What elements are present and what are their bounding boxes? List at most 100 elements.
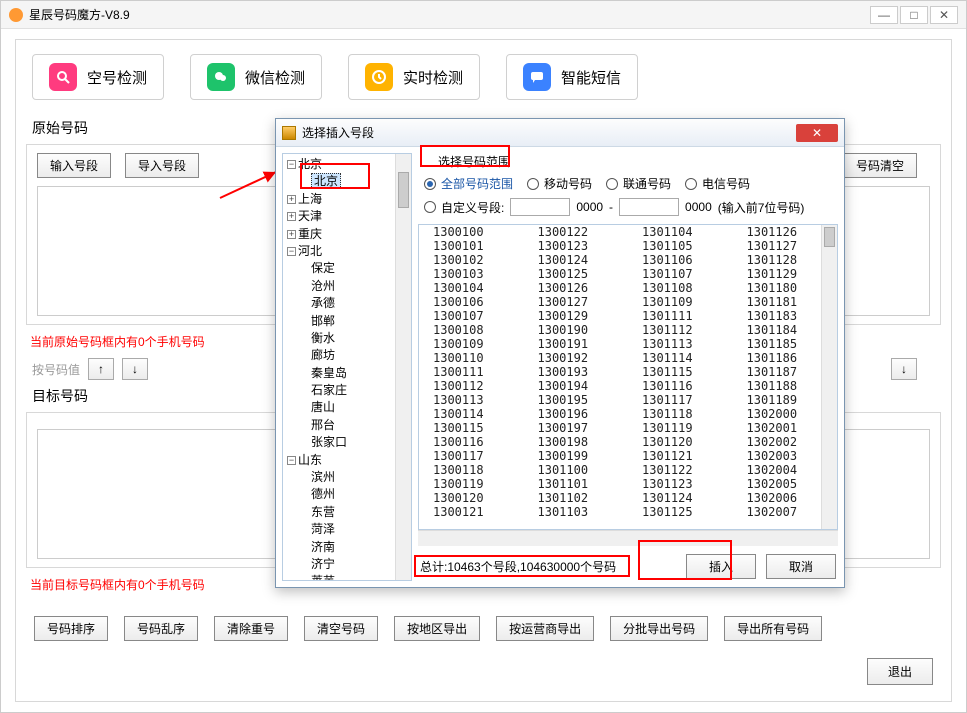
- tab-empty-detect[interactable]: 空号检测: [32, 54, 164, 100]
- summary-text: 总计:10463个号段,104630000个号码: [420, 558, 676, 575]
- export-region-button[interactable]: 按地区导出: [394, 616, 480, 641]
- tree-child-莱芜[interactable]: 莱芜: [311, 573, 407, 581]
- code-row[interactable]: 1300104130012613011081301180: [419, 281, 837, 295]
- tree-child-衡水[interactable]: 衡水: [311, 330, 407, 347]
- sort-button[interactable]: 号码排序: [34, 616, 108, 641]
- tree-child-滨州[interactable]: 滨州: [311, 469, 407, 486]
- minimize-button[interactable]: —: [870, 6, 898, 24]
- dialog-close-button[interactable]: ✕: [796, 124, 838, 142]
- code-row[interactable]: 1300102130012413011061301128: [419, 253, 837, 267]
- sort-down-button[interactable]: ↓: [122, 358, 148, 380]
- tree-child-北京[interactable]: 北京: [311, 173, 407, 190]
- code-cell: 1300191: [524, 337, 629, 351]
- code-row[interactable]: 1300113130019513011171301189: [419, 393, 837, 407]
- code-row[interactable]: 1300118130110013011221302004: [419, 463, 837, 477]
- code-cell: 1300126: [524, 281, 629, 295]
- tree-child-济宁[interactable]: 济宁: [311, 556, 407, 573]
- code-row[interactable]: 1300106130012713011091301181: [419, 295, 837, 309]
- code-row[interactable]: 1300117130019913011211302003: [419, 449, 837, 463]
- tree-node-上海[interactable]: + 上海: [287, 191, 407, 208]
- maximize-button[interactable]: □: [900, 6, 928, 24]
- tree-node-山东[interactable]: − 山东: [287, 452, 407, 469]
- tab-smart-sms[interactable]: 智能短信: [506, 54, 638, 100]
- code-row[interactable]: 1300107130012913011111301183: [419, 309, 837, 323]
- search-icon: [49, 63, 77, 91]
- export-carrier-button[interactable]: 按运营商导出: [496, 616, 594, 641]
- cancel-button[interactable]: 取消: [766, 554, 836, 579]
- radio-all[interactable]: 全部号码范围: [424, 175, 513, 192]
- clear-button[interactable]: 清空号码: [304, 616, 378, 641]
- tree-node-重庆[interactable]: + 重庆: [287, 226, 407, 243]
- tab-realtime-detect[interactable]: 实时检测: [348, 54, 480, 100]
- tree-scrollbar[interactable]: [395, 154, 411, 580]
- radio-unicom[interactable]: 联通号码: [606, 175, 671, 192]
- export-all-button[interactable]: 导出所有号码: [724, 616, 822, 641]
- app-icon: [9, 8, 23, 22]
- tree-expander-icon[interactable]: +: [287, 212, 296, 221]
- tree-node-北京[interactable]: − 北京: [287, 156, 407, 173]
- custom-to-input[interactable]: [619, 198, 679, 216]
- code-cell: 1300197: [524, 421, 629, 435]
- tree-child-唐山[interactable]: 唐山: [311, 399, 407, 416]
- sort-down-right-button[interactable]: ↓: [891, 358, 917, 380]
- insert-button[interactable]: 插入: [686, 554, 756, 579]
- tree-node-河北[interactable]: − 河北: [287, 243, 407, 260]
- radio-mobile[interactable]: 移动号码: [527, 175, 592, 192]
- tree-child-邢台[interactable]: 邢台: [311, 417, 407, 434]
- code-cell: 1301123: [628, 477, 733, 491]
- code-list[interactable]: 1300100130012213011041301126130010113001…: [418, 224, 838, 530]
- radio-telecom[interactable]: 电信号码: [685, 175, 750, 192]
- input-segment-button[interactable]: 输入号段: [37, 153, 111, 178]
- tree-child-承德[interactable]: 承德: [311, 295, 407, 312]
- tree-child-东营[interactable]: 东营: [311, 504, 407, 521]
- code-row[interactable]: 1300103130012513011071301129: [419, 267, 837, 281]
- code-scrollbar-v[interactable]: [821, 225, 837, 529]
- tab-wechat-detect[interactable]: 微信检测: [190, 54, 322, 100]
- code-row[interactable]: 1300101130012313011051301127: [419, 239, 837, 253]
- tree-child-石家庄[interactable]: 石家庄: [311, 382, 407, 399]
- code-scrollbar-h[interactable]: [418, 530, 838, 546]
- code-row[interactable]: 1300109130019113011131301185: [419, 337, 837, 351]
- tree-child-济南[interactable]: 济南: [311, 539, 407, 556]
- code-cell: 1300120: [419, 491, 524, 505]
- tree-expander-icon[interactable]: −: [287, 456, 296, 465]
- code-row[interactable]: 1300108130019013011121301184: [419, 323, 837, 337]
- shuffle-button[interactable]: 号码乱序: [124, 616, 198, 641]
- radio-custom[interactable]: 自定义号段:: [424, 199, 504, 216]
- dedup-button[interactable]: 清除重号: [214, 616, 288, 641]
- tree-child-廊坊[interactable]: 廊坊: [311, 347, 407, 364]
- tree-expander-icon[interactable]: −: [287, 160, 296, 169]
- code-row[interactable]: 1300114130019613011181302000: [419, 407, 837, 421]
- code-row[interactable]: 1300120130110213011241302006: [419, 491, 837, 505]
- tree-child-秦皇岛[interactable]: 秦皇岛: [311, 365, 407, 382]
- tree-child-张家口[interactable]: 张家口: [311, 434, 407, 451]
- code-cell: 1301125: [628, 505, 733, 519]
- clock-icon: [365, 63, 393, 91]
- tree-child-菏泽[interactable]: 菏泽: [311, 521, 407, 538]
- code-row[interactable]: 1300116130019813011201302002: [419, 435, 837, 449]
- close-button[interactable]: ✕: [930, 6, 958, 24]
- tree-child-德州[interactable]: 德州: [311, 486, 407, 503]
- tree-expander-icon[interactable]: +: [287, 195, 296, 204]
- code-row[interactable]: 1300115130019713011191302001: [419, 421, 837, 435]
- tree-child-沧州[interactable]: 沧州: [311, 278, 407, 295]
- code-cell: 1300125: [524, 267, 629, 281]
- exit-button[interactable]: 退出: [867, 658, 933, 685]
- code-row[interactable]: 1300121130110313011251302007: [419, 505, 837, 519]
- tree-expander-icon[interactable]: −: [287, 247, 296, 256]
- clear-numbers-button[interactable]: 号码清空: [843, 153, 917, 178]
- code-row[interactable]: 1300100130012213011041301126: [419, 225, 837, 239]
- tree-expander-icon[interactable]: +: [287, 230, 296, 239]
- code-row[interactable]: 1300110130019213011141301186: [419, 351, 837, 365]
- code-row[interactable]: 1300119130110113011231302005: [419, 477, 837, 491]
- code-row[interactable]: 1300111130019313011151301187: [419, 365, 837, 379]
- import-segment-button[interactable]: 导入号段: [125, 153, 199, 178]
- sort-up-button[interactable]: ↑: [88, 358, 114, 380]
- custom-from-input[interactable]: [510, 198, 570, 216]
- code-row[interactable]: 1300112130019413011161301188: [419, 379, 837, 393]
- tree-node-天津[interactable]: + 天津: [287, 208, 407, 225]
- export-batch-button[interactable]: 分批导出号码: [610, 616, 708, 641]
- tree-panel[interactable]: − 北京北京+ 上海+ 天津+ 重庆− 河北保定沧州承德邯郸衡水廊坊秦皇岛石家庄…: [282, 153, 412, 581]
- tree-child-保定[interactable]: 保定: [311, 260, 407, 277]
- tree-child-邯郸[interactable]: 邯郸: [311, 313, 407, 330]
